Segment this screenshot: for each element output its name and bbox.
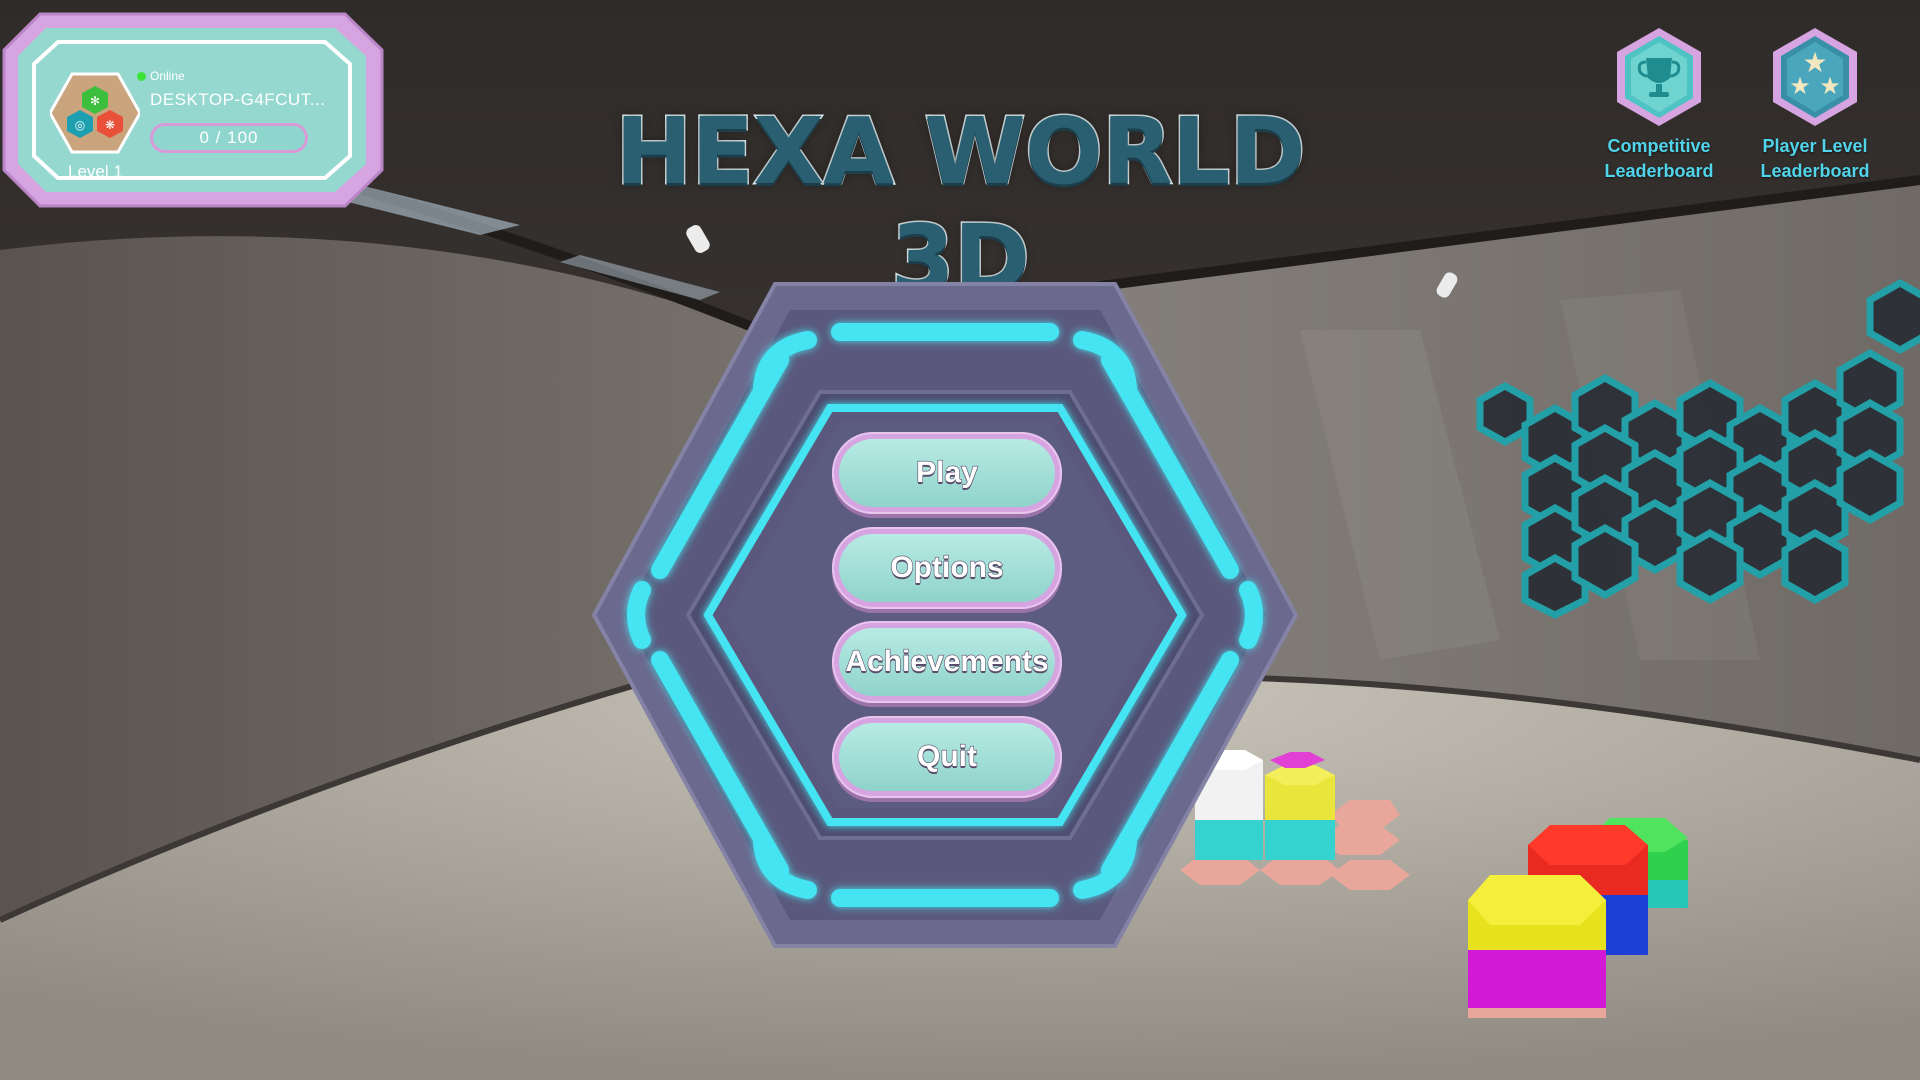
play-button[interactable]: Play bbox=[832, 432, 1062, 514]
trophy-icon bbox=[1617, 28, 1701, 126]
player-name: DESKTOP-G4FCUT... bbox=[150, 90, 326, 109]
three-stars-icon: ★ ★ ★ bbox=[1773, 28, 1857, 126]
svg-text:◎: ◎ bbox=[75, 118, 85, 132]
online-status-label: Online bbox=[150, 69, 185, 83]
options-button[interactable]: Options bbox=[832, 527, 1062, 609]
player-avatar: ✻ ◎ ❋ bbox=[50, 72, 140, 154]
menu-hex-frame bbox=[591, 282, 1299, 948]
competitive-leaderboard-button[interactable]: Competitive Leaderboard bbox=[1574, 26, 1744, 184]
player-level-leaderboard-label-line1: Player Level bbox=[1762, 136, 1868, 156]
main-menu-panel: Play Options Achievements Quit bbox=[590, 280, 1300, 950]
svg-text:★: ★ bbox=[1819, 72, 1841, 100]
svg-text:★: ★ bbox=[1789, 72, 1811, 100]
online-dot-icon bbox=[137, 71, 146, 81]
player-level: Level 1 bbox=[68, 162, 123, 181]
xp-progress-text: 0 / 100 bbox=[199, 128, 259, 147]
online-status: Online bbox=[137, 69, 185, 83]
competitive-leaderboard-label-line1: Competitive bbox=[1607, 136, 1711, 156]
play-button-label: Play bbox=[916, 455, 979, 489]
achievements-button-label: Achievements bbox=[845, 644, 1050, 678]
player-level-leaderboard-button[interactable]: ★ ★ ★ Player Level Leaderboard bbox=[1730, 26, 1900, 184]
svg-text:❋: ❋ bbox=[105, 118, 115, 132]
xp-progress-bar: 0 / 100 bbox=[150, 123, 308, 153]
options-button-label: Options bbox=[890, 550, 1005, 584]
player-level-leaderboard-label-line2: Leaderboard bbox=[1760, 161, 1870, 181]
svg-text:✻: ✻ bbox=[90, 94, 100, 108]
achievements-button[interactable]: Achievements bbox=[832, 621, 1062, 703]
player-profile-card[interactable]: ✻ ◎ ❋ Online DESKTOP-G4FCUT... 0 / 100 L… bbox=[0, 10, 385, 210]
quit-button-label: Quit bbox=[916, 739, 977, 773]
competitive-leaderboard-label-line2: Leaderboard bbox=[1604, 161, 1714, 181]
quit-button[interactable]: Quit bbox=[832, 716, 1062, 798]
